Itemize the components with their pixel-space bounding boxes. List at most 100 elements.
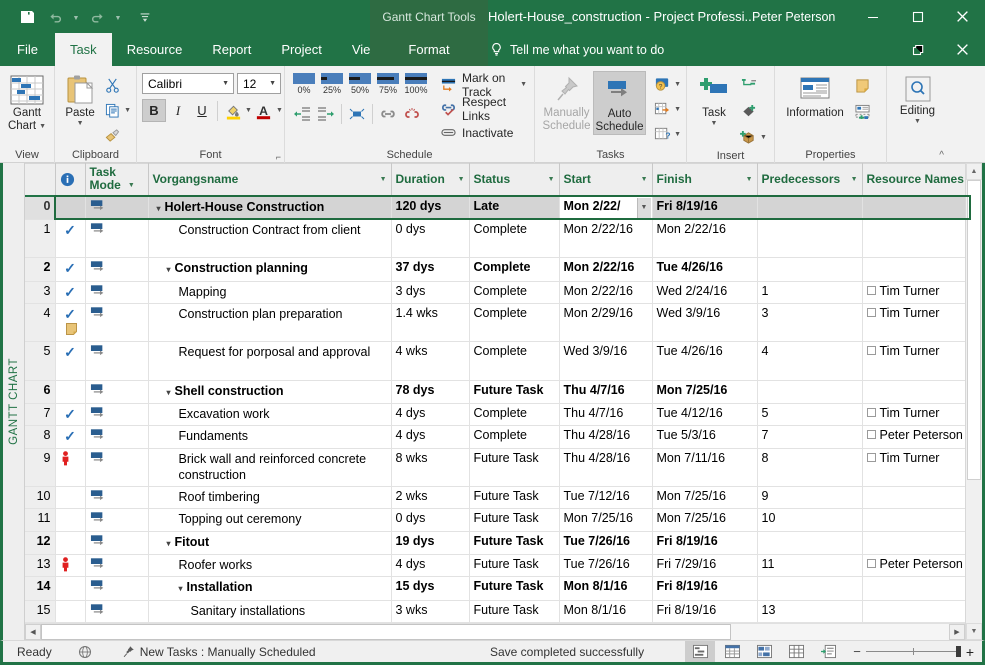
resource-names-cell[interactable] xyxy=(862,257,965,282)
resource-checkbox-icon[interactable] xyxy=(866,559,876,569)
predecessors-cell[interactable]: 8 xyxy=(757,448,863,488)
start-date-cell[interactable]: Mon 8/1/16 xyxy=(559,600,653,623)
percent-100-button[interactable]: 100% xyxy=(402,73,430,95)
finish-date-cell[interactable]: Wed 3/9/16 xyxy=(652,303,758,343)
undo-icon[interactable] xyxy=(42,5,68,29)
indicator-cell[interactable]: ✓ xyxy=(55,219,86,259)
scroll-down-arrow-icon[interactable]: ▼ xyxy=(966,623,982,640)
resource-checkbox-icon[interactable] xyxy=(866,408,876,418)
collapse-caret-icon[interactable]: ▾ xyxy=(167,265,171,274)
zoom-thumb[interactable] xyxy=(955,646,961,657)
cut-icon[interactable] xyxy=(100,73,124,97)
row-number[interactable]: 0 xyxy=(25,195,56,220)
task-mode-cell[interactable] xyxy=(85,219,149,259)
duration-cell[interactable]: 3 dys xyxy=(391,281,470,304)
reports-view-icon[interactable] xyxy=(813,641,843,662)
summary-task-icon[interactable] xyxy=(736,73,760,97)
duration-cell[interactable]: 78 dys xyxy=(391,380,470,405)
header-resource-names[interactable]: Resource Names xyxy=(862,163,965,197)
indicator-cell[interactable]: ✓ xyxy=(55,281,86,304)
editing-chevron-down-icon[interactable]: ▼ xyxy=(914,118,921,125)
header-start[interactable]: Start ▼ xyxy=(559,163,653,197)
task-name-cell[interactable]: Roofer works xyxy=(148,554,392,578)
task-mode-cell[interactable] xyxy=(85,380,149,405)
task-name-cell[interactable]: Roof timbering xyxy=(148,486,392,510)
predecessors-cell[interactable] xyxy=(757,576,863,601)
paste-button[interactable]: Paste ▼ xyxy=(60,71,100,127)
start-date-cell[interactable]: Mon 2/22/ ▼ xyxy=(558,195,653,220)
finish-date-cell[interactable]: Fri 7/29/16 xyxy=(652,554,758,578)
resource-checkbox-icon[interactable] xyxy=(866,346,876,356)
predecessors-cell[interactable] xyxy=(757,257,863,282)
overallocation-icon[interactable] xyxy=(60,450,81,466)
resource-checkbox-icon[interactable] xyxy=(866,430,876,440)
scroll-right-arrow-icon[interactable]: ▶ xyxy=(949,624,965,640)
percent-75-button[interactable]: 75% xyxy=(374,73,402,95)
status-cell[interactable]: Future Task xyxy=(469,486,560,510)
start-date-cell[interactable]: Thu 4/28/16 xyxy=(559,448,653,488)
status-cell[interactable]: Future Task xyxy=(469,508,560,532)
bold-button[interactable]: B xyxy=(142,99,166,122)
row-number[interactable]: 1 xyxy=(25,219,56,259)
tab-report[interactable]: Report xyxy=(197,33,266,66)
finish-date-cell[interactable]: Tue 4/26/16 xyxy=(652,257,758,282)
indicator-cell[interactable] xyxy=(55,508,86,532)
move-task-icon[interactable] xyxy=(650,97,674,121)
duration-cell[interactable]: 4 dys xyxy=(391,425,470,449)
duration-cell[interactable]: 37 dys xyxy=(391,257,470,282)
indicator-cell[interactable] xyxy=(55,554,86,578)
link-tasks-icon[interactable] xyxy=(376,102,400,126)
status-cell[interactable]: Future Task xyxy=(469,554,560,578)
vscroll-thumb[interactable] xyxy=(967,180,981,480)
outdent-task-icon[interactable] xyxy=(290,102,314,126)
status-cell[interactable]: Late xyxy=(469,195,560,220)
collapse-ribbon-icon[interactable]: ^ xyxy=(939,150,944,161)
hscroll-track[interactable] xyxy=(41,624,949,640)
predecessors-cell[interactable]: 11 xyxy=(757,554,863,578)
row-number[interactable]: 12 xyxy=(25,531,56,556)
task-name-cell[interactable]: Excavation work xyxy=(148,403,392,427)
row-number[interactable]: 9 xyxy=(25,448,56,488)
finish-date-cell[interactable]: Fri 8/19/16 xyxy=(652,531,758,556)
header-duration-chevron-down-icon[interactable]: ▼ xyxy=(455,176,465,183)
tab-format[interactable]: Format xyxy=(370,33,488,66)
collapse-caret-icon[interactable]: ▾ xyxy=(157,204,161,213)
percent-50-button[interactable]: 50% xyxy=(346,73,374,95)
undo-dropdown-caret[interactable]: ▼ xyxy=(70,5,82,29)
resource-checkbox-icon[interactable] xyxy=(866,307,876,317)
collapse-caret-icon[interactable]: ▾ xyxy=(179,584,183,593)
status-cell[interactable]: Complete xyxy=(469,425,560,449)
predecessors-cell[interactable]: 3 xyxy=(757,303,863,343)
team-planner-view-icon[interactable] xyxy=(749,641,779,662)
table-row[interactable]: 11 Topping out ceremony 0 dys Future Task Mo… xyxy=(25,508,965,532)
overallocation-icon[interactable] xyxy=(60,557,81,572)
task-mode-cell[interactable] xyxy=(85,448,149,488)
table-row[interactable]: 7 ✓ Excavation work 4 dys Complete Thu 4/7/16… xyxy=(25,403,965,427)
task-name-cell[interactable]: ▾ Holert-House Construction xyxy=(148,195,392,220)
gantt-chart-view-icon[interactable] xyxy=(685,641,716,662)
restore-window-icon[interactable] xyxy=(895,33,940,66)
redo-icon[interactable] xyxy=(84,5,110,29)
vscroll-track[interactable] xyxy=(966,180,982,623)
table-row[interactable]: 12 ▾ Fitout 19 dys Future Task Tue 7/26/16 Fri… xyxy=(25,531,965,556)
header-finish-chevron-down-icon[interactable]: ▼ xyxy=(743,176,753,183)
task-mode-cell[interactable] xyxy=(85,425,149,449)
task-mode-icon[interactable]: ? xyxy=(650,122,674,146)
predecessors-cell[interactable]: 9 xyxy=(757,486,863,510)
gantt-chart-button[interactable]: Gantt Chart ▼ xyxy=(5,71,49,133)
tab-resource[interactable]: Resource xyxy=(112,33,198,66)
mark-on-track-button[interactable]: Mark on Track ▼ xyxy=(438,71,529,99)
indicator-cell[interactable] xyxy=(55,576,86,601)
finish-date-cell[interactable]: Tue 4/12/16 xyxy=(652,403,758,427)
notes-icon[interactable] xyxy=(850,73,874,97)
table-row[interactable]: 0 ▾ Holert-House Construction 120 dys Late Mo… xyxy=(25,195,965,220)
inspect-chevron-down-icon[interactable]: ▼ xyxy=(674,81,681,88)
predecessors-cell[interactable] xyxy=(757,219,863,259)
row-number[interactable]: 10 xyxy=(25,486,56,510)
background-color-chevron-down-icon[interactable]: ▼ xyxy=(245,107,252,114)
row-number[interactable]: 8 xyxy=(25,425,56,449)
duration-cell[interactable]: 4 wks xyxy=(391,341,470,381)
task-name-cell[interactable]: Request for porposal and approval xyxy=(148,341,392,381)
task-information-button[interactable]: Information xyxy=(780,71,850,120)
task-name-cell[interactable]: Brick wall and reinforced concrete const… xyxy=(148,448,392,488)
